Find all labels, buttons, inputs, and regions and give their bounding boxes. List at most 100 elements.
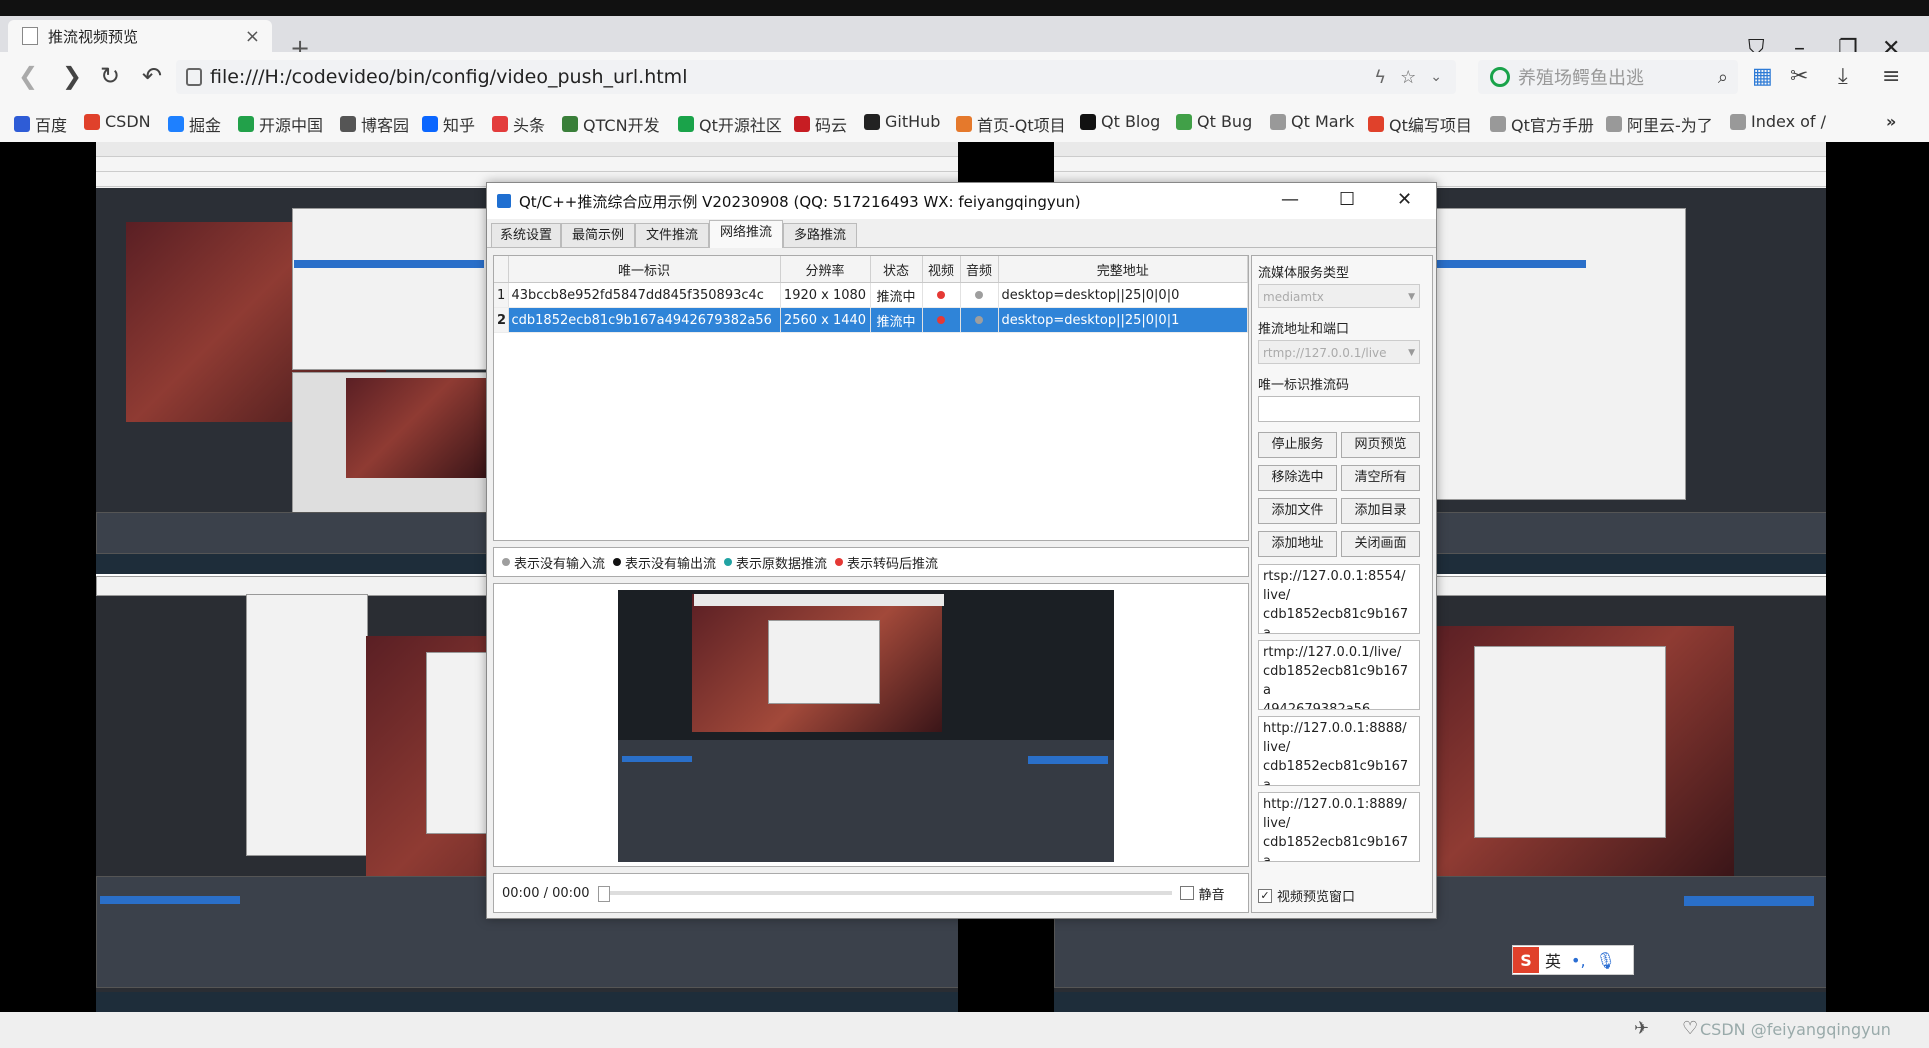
reload-icon[interactable]: ↻ bbox=[100, 62, 120, 90]
close-tab-icon[interactable]: × bbox=[245, 26, 260, 47]
bookmark-qt-project[interactable]: 首页-Qt项目 bbox=[956, 112, 1066, 136]
bookmark-icon bbox=[14, 116, 30, 132]
row-status: 推流中 bbox=[870, 282, 923, 308]
clear-all-button[interactable]: 清空所有 bbox=[1341, 465, 1420, 491]
status-legend: 表示没有输入流 表示没有输出流 表示原数据推流 表示转码后推流 bbox=[493, 547, 1249, 577]
stream-table[interactable]: 唯一标识 分辨率 状态 视频 音频 完整地址 1 43bccb8e952fd58… bbox=[493, 255, 1249, 541]
checkmark-icon[interactable]: ✓ bbox=[1258, 888, 1272, 903]
forward-icon[interactable]: ❯ bbox=[62, 62, 82, 90]
cut-icon[interactable]: ✂ bbox=[1790, 64, 1808, 89]
browser-bottom-strip: ✈ ♡ bbox=[0, 1012, 1929, 1048]
mini-selected-row bbox=[294, 260, 484, 268]
remove-selected-button[interactable]: 移除选中 bbox=[1258, 465, 1337, 491]
mini-taskbar bbox=[1054, 992, 1826, 1012]
progress-slider[interactable] bbox=[597, 886, 1172, 902]
push-address-select[interactable]: rtmp://127.0.0.1/live ▼ bbox=[1258, 340, 1420, 364]
bookmark-gitee[interactable]: 码云 bbox=[794, 112, 847, 136]
bookmark-icon bbox=[1606, 116, 1622, 132]
add-address-button[interactable]: 添加地址 bbox=[1258, 531, 1337, 557]
bookmarks-more-button[interactable]: » bbox=[1886, 112, 1896, 131]
browser-tab[interactable]: 推流视频预览 × bbox=[8, 20, 272, 52]
bookmark-baidu[interactable]: 百度 bbox=[14, 112, 67, 136]
add-file-button[interactable]: 添加文件 bbox=[1258, 498, 1337, 524]
row-address: desktop=desktop||25|0|0|1 bbox=[998, 307, 1248, 333]
microphone-icon[interactable]: 🎙 bbox=[1596, 951, 1616, 970]
tab-system-settings[interactable]: 系统设置 bbox=[491, 223, 561, 247]
search-input[interactable]: 养殖场鳄鱼出逃 ⌕ bbox=[1478, 60, 1738, 94]
tab-multi-push[interactable]: 多路推流 bbox=[783, 223, 857, 247]
column-header-video[interactable]: 视频 bbox=[922, 256, 961, 283]
download-icon[interactable]: ⤓ bbox=[1838, 64, 1848, 89]
bookmark-juejin[interactable]: 掘金 bbox=[168, 112, 221, 136]
tab-network-push[interactable]: 网络推流 bbox=[709, 220, 783, 248]
heart-icon[interactable]: ♡ bbox=[1682, 1018, 1698, 1039]
bookmark-index[interactable]: Index of / bbox=[1730, 112, 1826, 131]
close-view-button[interactable]: 关闭画面 bbox=[1341, 531, 1420, 557]
row-id: cdb1852ecb81c9b167a4942679382a56 bbox=[508, 307, 781, 333]
column-header-resolution[interactable]: 分辨率 bbox=[780, 256, 871, 283]
bookmark-csdn[interactable]: CSDN bbox=[84, 112, 151, 131]
app-minimize-button[interactable]: — bbox=[1281, 189, 1299, 210]
column-header-audio[interactable]: 音频 bbox=[960, 256, 999, 283]
row-status: 推流中 bbox=[870, 307, 923, 333]
tab-simple-demo[interactable]: 最简示例 bbox=[561, 223, 635, 247]
progress-slider-handle[interactable] bbox=[597, 886, 610, 902]
webrtc-url-box[interactable]: http://127.0.0.1:8889/ live/ cdb1852ecb8… bbox=[1258, 792, 1420, 862]
bookmark-qt-bug[interactable]: Qt Bug bbox=[1176, 112, 1252, 131]
bookmark-cnblogs[interactable]: 博客园 bbox=[340, 112, 409, 136]
legend-dot-red bbox=[835, 558, 844, 566]
bookmark-github[interactable]: GitHub bbox=[864, 112, 940, 131]
url-field[interactable]: file:///H:/codevideo/bin/config/video_pu… bbox=[176, 60, 1456, 94]
unique-code-input[interactable] bbox=[1258, 396, 1420, 422]
bookmark-qtcn[interactable]: QTCN开发 bbox=[562, 112, 660, 136]
app-title-bar[interactable]: Qt/C++推流综合应用示例 V20230908 (QQ: 517216493 … bbox=[487, 183, 1436, 219]
mute-checkbox-box[interactable] bbox=[1179, 886, 1194, 900]
star-icon[interactable]: ☆ bbox=[1400, 67, 1416, 88]
apps-icon[interactable]: ▦ bbox=[1752, 64, 1773, 89]
bookmark-toutiao[interactable]: 头条 bbox=[492, 112, 545, 136]
web-preview-button[interactable]: 网页预览 bbox=[1341, 432, 1420, 458]
bookmark-qt-blog[interactable]: Qt Blog bbox=[1080, 112, 1160, 131]
rtmp-url-box[interactable]: rtmp://127.0.0.1/live/ cdb1852ecb81c9b16… bbox=[1258, 640, 1420, 710]
lock-icon bbox=[186, 68, 202, 86]
bookmark-zhihu[interactable]: 知乎 bbox=[422, 112, 475, 136]
ime-toolbar[interactable]: S 英 •, 🎙 bbox=[1512, 945, 1634, 975]
app-tab-bar: 系统设置 最简示例 文件推流 网络推流 多路推流 bbox=[487, 219, 1436, 248]
mini-browser-address bbox=[96, 157, 958, 172]
column-header-status[interactable]: 状态 bbox=[870, 256, 923, 283]
lightning-icon[interactable]: ϟ bbox=[1374, 67, 1386, 88]
undo-icon[interactable]: ↶ bbox=[142, 62, 162, 90]
stop-service-button[interactable]: 停止服务 bbox=[1258, 432, 1337, 458]
row-address: desktop=desktop||25|0|0|0 bbox=[998, 282, 1248, 308]
table-row-selected[interactable]: 2 cdb1852ecb81c9b167a4942679382a56 2560 … bbox=[494, 307, 1248, 333]
app-maximize-button[interactable]: ☐ bbox=[1339, 189, 1355, 210]
screen-top-border bbox=[0, 0, 1929, 16]
table-row[interactable]: 1 43bccb8e952fd5847dd845f350893c4c 1920 … bbox=[494, 282, 1248, 308]
bookmark-qt-docs[interactable]: Qt官方手册 bbox=[1490, 112, 1594, 136]
search-icon[interactable]: ⌕ bbox=[1718, 67, 1728, 88]
column-header-address[interactable]: 完整地址 bbox=[998, 256, 1248, 283]
rocket-icon[interactable]: ✈ bbox=[1634, 1018, 1649, 1039]
menu-icon[interactable]: ≡ bbox=[1882, 64, 1900, 89]
player-control-bar: 00:00 / 00:00 静音 bbox=[493, 873, 1249, 913]
back-icon[interactable]: ❮ bbox=[18, 62, 38, 90]
hls-url-box[interactable]: http://127.0.0.1:8888/ live/ cdb1852ecb8… bbox=[1258, 716, 1420, 786]
mute-checkbox[interactable]: 静音 bbox=[1179, 884, 1225, 903]
rtsp-url-box[interactable]: rtsp://127.0.0.1:8554/ live/ cdb1852ecb8… bbox=[1258, 564, 1420, 634]
ime-punct-icon[interactable]: •, bbox=[1571, 951, 1586, 970]
chevron-down-icon[interactable]: ⌄ bbox=[1430, 69, 1442, 85]
bookmark-oschina[interactable]: 开源中国 bbox=[238, 112, 323, 136]
app-close-button[interactable]: ✕ bbox=[1397, 189, 1412, 210]
column-header-id[interactable]: 唯一标识 bbox=[508, 256, 781, 283]
ime-mode[interactable]: 英 bbox=[1545, 948, 1561, 972]
video-preview-area[interactable] bbox=[493, 583, 1249, 867]
add-directory-button[interactable]: 添加目录 bbox=[1341, 498, 1420, 524]
bookmark-qt-mark[interactable]: Qt Mark bbox=[1270, 112, 1354, 131]
tab-file-push[interactable]: 文件推流 bbox=[635, 223, 709, 247]
bookmark-qt-community[interactable]: Qt开源社区 bbox=[678, 112, 782, 136]
server-type-select[interactable]: mediamtx ▼ bbox=[1258, 284, 1420, 308]
bookmark-qt-projects[interactable]: Qt编写项目 bbox=[1368, 112, 1472, 136]
bookmark-aliyun[interactable]: 阿里云-为了 bbox=[1606, 112, 1713, 136]
preview-window-checkbox[interactable]: ✓ 视频预览窗口 bbox=[1258, 886, 1355, 905]
preview-file-window bbox=[768, 620, 880, 704]
